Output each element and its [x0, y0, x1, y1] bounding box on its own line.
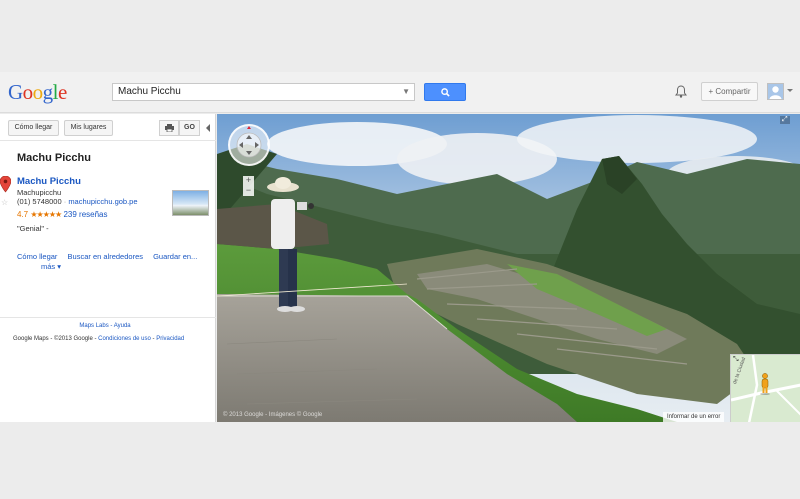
rating-line: 4.7 ★★★★★ 239 reseñas: [17, 210, 107, 219]
street-view-panorama[interactable]: + − ⤢ © 2013 Google - Imágenes © Google …: [217, 114, 800, 422]
print-icon: [164, 124, 174, 133]
logo-letter: o: [32, 80, 44, 104]
search-input[interactable]: Machu Picchu ▼: [112, 83, 415, 101]
maps-app: Google Machu Picchu ▼ + Compartir Cómo l…: [0, 0, 800, 499]
link-button[interactable]: GO: [179, 120, 200, 136]
action-directions-link[interactable]: Cómo llegar: [17, 252, 57, 261]
left-panel: Cómo llegar Mis lugares GO Machu Picchu …: [0, 114, 216, 422]
logo-letter: G: [8, 80, 23, 104]
print-button[interactable]: [159, 120, 179, 136]
reviews-link[interactable]: 239 reseñas: [63, 210, 107, 219]
result-phone: (01) 5748000: [17, 197, 62, 206]
search-value: Machu Picchu: [118, 86, 181, 97]
pan-arrows-icon: [236, 126, 262, 158]
divider: [0, 317, 216, 318]
footer-links[interactable]: Maps Labs - Ayuda: [0, 323, 210, 329]
mini-map[interactable]: ⤡ de la Ciudad: [730, 354, 800, 422]
separator-dot: ·: [63, 197, 67, 206]
rating-stars: ★★★★★: [30, 210, 62, 219]
place-actions: Cómo llegar Buscar en alrededores Guarda…: [17, 252, 207, 262]
place-photo-thumbnail[interactable]: [172, 190, 209, 216]
privacy-link[interactable]: Privacidad: [156, 336, 184, 342]
profile-avatar[interactable]: [767, 83, 784, 100]
pegman-icon[interactable]: [759, 373, 771, 395]
review-quote: "Genial" -: [17, 224, 49, 233]
save-star-icon[interactable]: ☆: [1, 198, 8, 207]
panorama-image: [217, 114, 800, 422]
map-pin-icon[interactable]: [0, 176, 11, 196]
result-website-link[interactable]: machupicchu.gob.pe: [68, 197, 137, 206]
directions-button[interactable]: Cómo llegar: [8, 120, 59, 136]
terms-link[interactable]: Condiciones de uso: [98, 336, 151, 342]
profile-dropdown-icon[interactable]: [787, 89, 793, 92]
more-actions-link[interactable]: más ▾: [41, 262, 61, 271]
result-contact-line: (01) 5748000 · machupicchu.gob.pe: [17, 197, 138, 206]
logo-letter: o: [22, 80, 34, 104]
rating-value: 4.7: [17, 210, 29, 219]
search-button[interactable]: [424, 83, 466, 101]
search-icon: [441, 88, 450, 97]
action-search-nearby-link[interactable]: Buscar en alrededores: [68, 252, 143, 261]
share-button[interactable]: + Compartir: [701, 82, 758, 101]
search-dropdown-icon[interactable]: ▼: [402, 87, 410, 96]
imagery-copyright: © 2013 Google - Imágenes © Google: [223, 412, 323, 418]
report-problem-link[interactable]: Informar de un error: [663, 412, 725, 422]
collapse-panel-icon[interactable]: [206, 124, 210, 132]
logo-letter: g: [42, 80, 54, 104]
copyright-text: Google Maps - ©2013 Google -: [13, 336, 99, 342]
action-save-link[interactable]: Guardar en...: [153, 252, 197, 261]
google-logo[interactable]: Google: [8, 80, 67, 105]
mini-map-expand-icon[interactable]: ⤡: [733, 356, 739, 364]
footer-copyright: Google Maps - ©2013 Google - Condiciones…: [13, 336, 184, 342]
logo-letter: e: [58, 80, 67, 104]
user-silhouette-icon: [769, 86, 782, 99]
place-title: Machu Picchu: [17, 152, 91, 164]
divider: [0, 140, 216, 141]
pan-control[interactable]: [228, 124, 270, 166]
fullscreen-button[interactable]: ⤢: [780, 116, 790, 124]
my-places-button[interactable]: Mis lugares: [64, 120, 113, 136]
result-name-link[interactable]: Machu Picchu: [17, 176, 81, 187]
zoom-out-button[interactable]: −: [243, 186, 254, 196]
result-locality: Machupicchu: [17, 188, 62, 197]
notifications-bell-icon[interactable]: [675, 85, 687, 98]
